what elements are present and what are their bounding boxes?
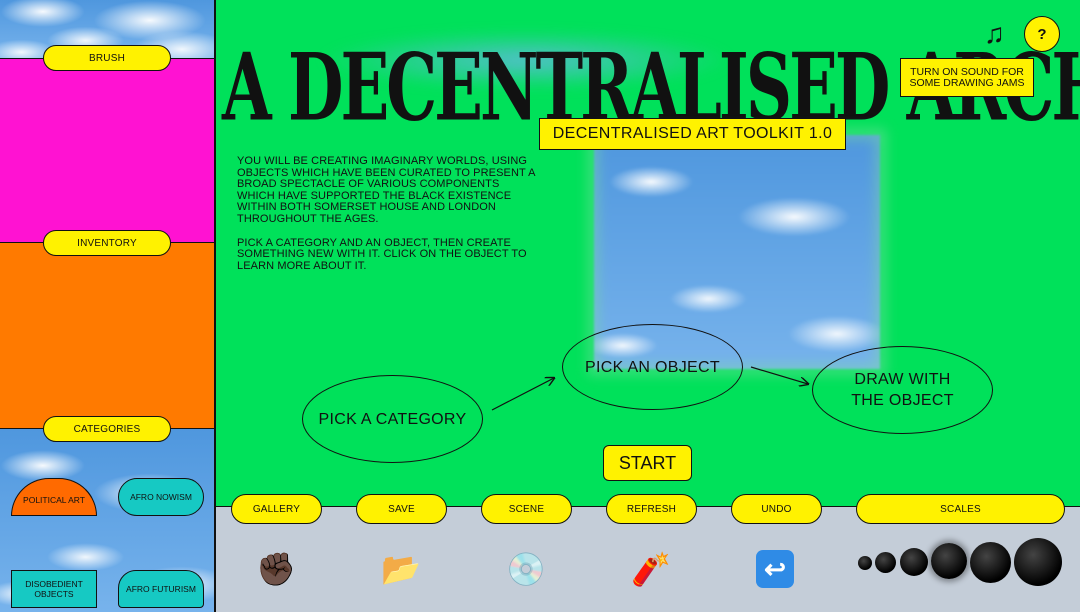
intro-paragraph-1: YOU WILL BE CREATING IMAGINARY WORLDS, U… [237,155,535,225]
disc-icon[interactable]: 💿 [506,549,546,589]
inventory-panel[interactable] [0,242,214,428]
save-button[interactable]: SAVE [356,494,447,524]
fist-icon[interactable]: ✊🏿 [256,549,296,589]
category-disobedient-objects[interactable]: DISOBEDIENT OBJECTS [11,570,97,608]
arrow-category-to-object [491,378,554,411]
sidebar: BRUSH INVENTORY CATEGORIES POLITICAL ART… [0,0,216,612]
return-arrow-icon[interactable]: ↩ [756,550,794,588]
version-badge: DECENTRALISED ART TOOLKIT 1.0 [539,118,846,150]
help-button[interactable]: ? [1024,16,1060,52]
step-pick-object: PICK AN OBJECT [562,324,743,410]
scale-dot-6[interactable] [1014,538,1062,586]
brush-label[interactable]: BRUSH [43,45,171,71]
scene-button[interactable]: SCENE [481,494,572,524]
scale-dot-3[interactable] [900,548,928,576]
scale-dot-1[interactable] [858,556,872,570]
undo-button[interactable]: UNDO [731,494,822,524]
bottom-toolbar: GALLERY SAVE SCENE REFRESH UNDO SCALES ✊… [216,494,1080,612]
categories-label[interactable]: CATEGORIES [43,416,171,442]
scale-dot-4[interactable] [931,543,967,579]
refresh-button[interactable]: REFRESH [606,494,697,524]
music-note-icon[interactable]: ♫ [984,18,1005,50]
intro-paragraph-2: PICK A CATEGORY AND AN OBJECT, THEN CREA… [237,236,527,272]
gallery-button[interactable]: GALLERY [231,494,322,524]
step-pick-category: PICK A CATEGORY [302,375,483,463]
scale-dot-5[interactable] [970,542,1011,583]
scales-button[interactable]: SCALES [856,494,1065,524]
inventory-label[interactable]: INVENTORY [43,230,171,256]
step-draw-object: DRAW WITH THE OBJECT [812,346,993,434]
title-wrapper: A DECENTRALISED ARCHIVE [216,0,1080,143]
sound-hint: TURN ON SOUND FOR SOME DRAWING JAMS [900,58,1034,97]
category-afro-nowism[interactable]: AFRO NOWISM [118,478,204,516]
folder-icon[interactable]: 📂 [381,549,421,589]
intro-text: YOU WILL BE CREATING IMAGINARY WORLDS, U… [237,155,537,284]
scale-dot-2[interactable] [875,552,896,573]
category-afro-futurism[interactable]: AFRO FUTURISM [118,570,204,608]
start-button[interactable]: START [603,445,692,481]
dynamite-icon[interactable]: 🧨 [631,549,671,589]
main-canvas[interactable]: A DECENTRALISED ARCHIVE DECENTRALISED AR… [216,0,1080,506]
brush-panel[interactable] [0,58,214,242]
